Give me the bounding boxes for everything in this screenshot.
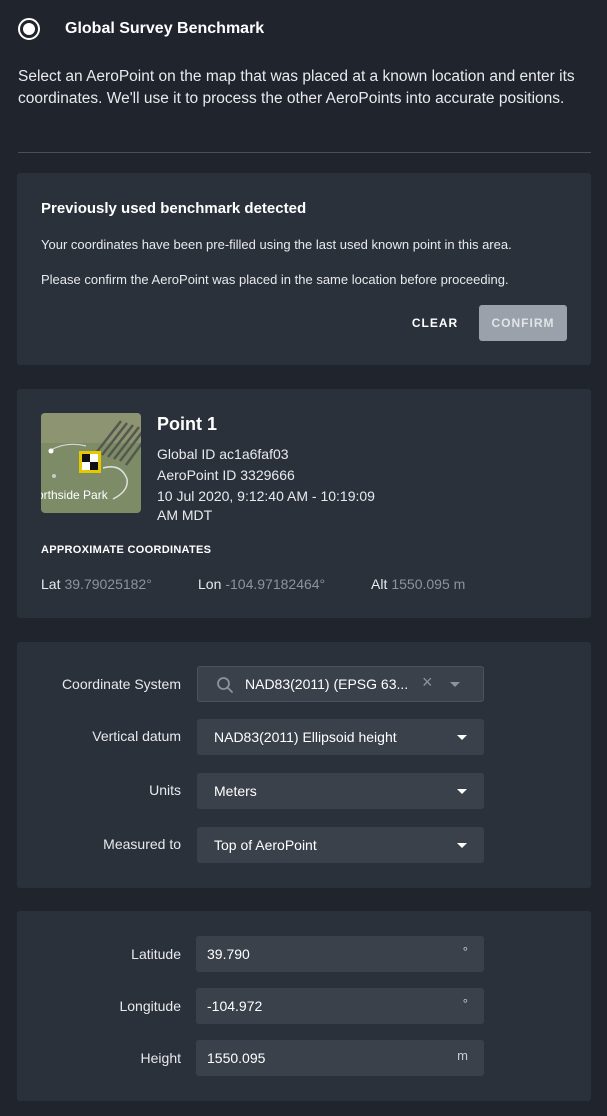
point-card: orthside Park Point 1 Global ID ac1a6faf… (17, 389, 591, 618)
latitude-input[interactable]: 39.790 ° (196, 936, 484, 972)
height-input[interactable]: 1550.095 m (196, 1040, 484, 1076)
longitude-value: -104.972 (207, 998, 263, 1014)
clear-button[interactable]: CLEAR (405, 307, 465, 339)
radio-selected-icon[interactable] (18, 18, 40, 40)
benchmark-option[interactable]: Global Survey Benchmark (18, 18, 264, 40)
vertical-datum-select[interactable]: NAD83(2011) Ellipsoid height (197, 719, 484, 755)
caret-down-icon (457, 789, 467, 794)
longitude-label: Longitude (119, 998, 181, 1014)
approx-lat: Lat 39.79025182° (41, 576, 152, 592)
global-id: Global ID ac1a6faf03 (157, 446, 289, 462)
latitude-value: 39.790 (207, 946, 250, 962)
divider (18, 152, 591, 153)
thumbnail-place-label: orthside Park (41, 488, 109, 502)
coordinate-system-label: Coordinate System (61, 676, 181, 692)
confirm-button[interactable]: CONFIRM (479, 305, 567, 341)
section-description: Select an AeroPoint on the map that was … (18, 68, 575, 107)
caret-down-icon (457, 843, 467, 848)
coordinate-system-value: NAD83(2011) (EPSG 63... (245, 676, 409, 692)
time-range-line1: 10 Jul 2020, 9:12:40 AM - 10:19:09 (157, 488, 375, 504)
degree-unit: ° (462, 996, 468, 1011)
close-icon[interactable]: × (422, 672, 433, 693)
notice-text-confirm: Please confirm the AeroPoint was placed … (41, 272, 509, 287)
alt-label: Alt (371, 576, 388, 592)
lat-value: 39.79025182° (64, 576, 152, 592)
coordinate-system-select[interactable]: NAD83(2011) (EPSG 63... × (197, 666, 484, 702)
units-label: Units (149, 782, 181, 798)
measured-to-select[interactable]: Top of AeroPoint (197, 827, 484, 863)
lat-label: Lat (41, 576, 61, 592)
approx-lon: Lon -104.97182464° (198, 576, 325, 592)
lon-label: Lon (198, 576, 222, 592)
lon-value: -104.97182464° (225, 576, 326, 592)
alt-value: 1550.095 m (391, 576, 466, 592)
height-value: 1550.095 (207, 1050, 266, 1066)
coordinate-settings-card: Coordinate System NAD83(2011) (EPSG 63..… (17, 642, 591, 888)
time-range-line2: AM MDT (157, 507, 213, 523)
measured-to-value: Top of AeroPoint (214, 837, 317, 853)
units-select[interactable]: Meters (197, 773, 484, 809)
measured-to-label: Measured to (103, 836, 181, 852)
aeropoint-id: AeroPoint ID 3329666 (157, 467, 295, 483)
vertical-datum-value: NAD83(2011) Ellipsoid height (214, 729, 397, 745)
approximate-coordinates-label: APPROXIMATE COORDINATES (41, 544, 212, 556)
vertical-datum-label: Vertical datum (92, 728, 181, 744)
approx-alt: Alt 1550.095 m (371, 576, 465, 592)
caret-down-icon (457, 735, 467, 740)
units-value: Meters (214, 783, 257, 799)
longitude-input[interactable]: -104.972 ° (196, 988, 484, 1024)
caret-down-icon[interactable] (450, 682, 460, 687)
degree-unit: ° (462, 944, 468, 959)
latitude-label: Latitude (131, 946, 181, 962)
point-map-thumbnail: orthside Park (41, 413, 141, 513)
benchmark-notice-card: Previously used benchmark detected Your … (17, 173, 591, 365)
coordinates-input-card: Latitude 39.790 ° Longitude -104.972 ° H… (17, 911, 591, 1101)
section-title: Global Survey Benchmark (65, 20, 265, 37)
notice-text-prefilled: Your coordinates have been pre-filled us… (41, 237, 512, 252)
height-label: Height (140, 1050, 181, 1066)
point-title: Point 1 (157, 414, 218, 434)
notice-title: Previously used benchmark detected (41, 200, 307, 217)
search-icon (217, 677, 233, 693)
meter-unit: m (457, 1048, 468, 1063)
